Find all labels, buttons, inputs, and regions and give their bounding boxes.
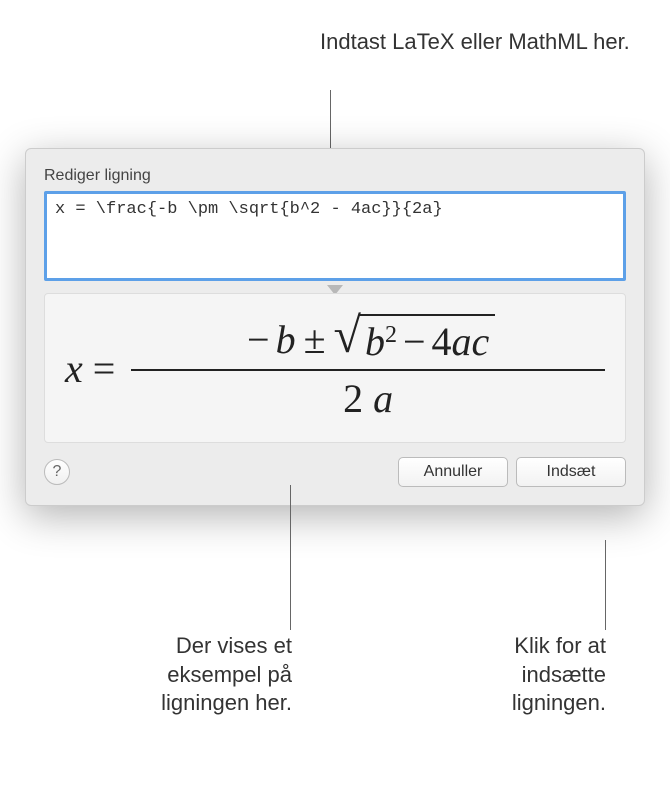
formula-lhs: x xyxy=(65,345,83,392)
callout-preview: Der vises et eksempel på ligningen her. xyxy=(132,632,292,718)
dialog-title: Rediger ligning xyxy=(44,167,626,185)
rendered-formula: x = − b ± √ b 2 − 4 a c xyxy=(65,314,605,422)
formula-b2: b xyxy=(365,318,385,365)
insert-button[interactable]: Indsæt xyxy=(516,457,626,487)
formula-minus: − xyxy=(403,318,426,365)
equation-editor-dialog: Rediger ligning x = − b ± √ b 2 − 4 xyxy=(25,148,645,506)
callout-insert: Klik for at indsætte ligningen. xyxy=(478,632,606,718)
cancel-button[interactable]: Annuller xyxy=(398,457,508,487)
formula-equals: = xyxy=(93,345,116,392)
formula-fraction: − b ± √ b 2 − 4 a c xyxy=(131,314,605,422)
formula-pm: ± xyxy=(304,316,326,363)
formula-den-a: a xyxy=(373,376,393,421)
sqrt-body: b 2 − 4 a c xyxy=(359,314,495,365)
formula-denominator: 2 a xyxy=(343,371,393,422)
formula-a: a xyxy=(452,318,472,365)
sqrt-icon: √ xyxy=(334,314,361,357)
equation-input[interactable] xyxy=(44,191,626,281)
callout-line-insert xyxy=(605,540,606,630)
formula-b: b xyxy=(276,316,296,363)
callout-line-preview xyxy=(290,485,291,630)
dialog-toolbar: ? Annuller Indsæt xyxy=(44,457,626,487)
formula-den-two: 2 xyxy=(343,376,363,421)
formula-sqrt: √ b 2 − 4 a c xyxy=(334,314,496,365)
formula-numerator: − b ± √ b 2 − 4 a c xyxy=(235,314,501,369)
formula-c: c xyxy=(472,318,490,365)
formula-four: 4 xyxy=(432,318,452,365)
equation-preview: x = − b ± √ b 2 − 4 a c xyxy=(44,293,626,443)
help-button[interactable]: ? xyxy=(44,459,70,485)
formula-neg: − xyxy=(247,316,270,363)
formula-exp: 2 xyxy=(385,322,397,349)
callout-input: Indtast LaTeX eller MathML her. xyxy=(320,28,630,57)
